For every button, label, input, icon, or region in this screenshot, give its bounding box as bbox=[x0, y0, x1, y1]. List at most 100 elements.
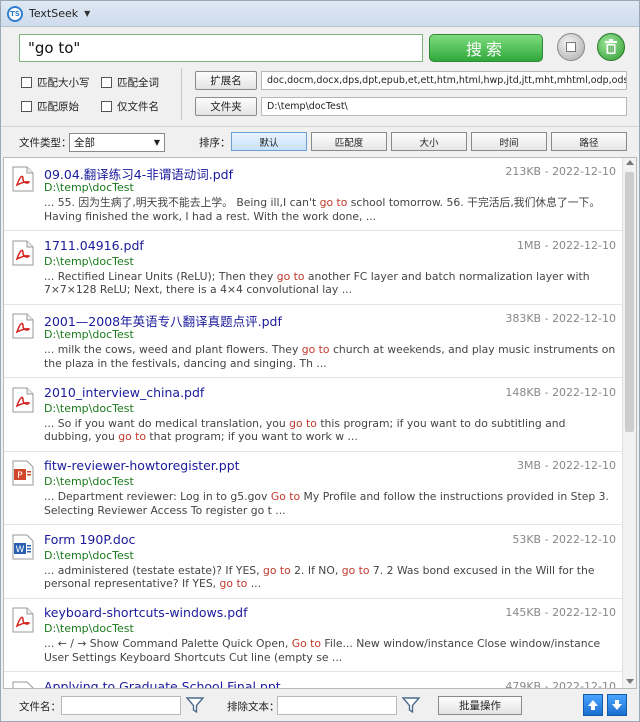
result-file-name[interactable]: Applying to Graduate School Final.ppt bbox=[44, 679, 281, 689]
result-file-name[interactable]: Form 190P.doc bbox=[44, 532, 135, 547]
ppt-icon: P bbox=[12, 681, 34, 688]
match-case-checkbox[interactable]: 匹配大小写 bbox=[21, 75, 90, 90]
checkbox-box[interactable] bbox=[21, 77, 32, 88]
file-type-select[interactable]: 全部 ▼ bbox=[69, 133, 165, 152]
snippet-highlight: go to bbox=[262, 563, 291, 577]
result-file-name[interactable]: 1711.04916.pdf bbox=[44, 238, 144, 253]
filter-funnel-icon[interactable] bbox=[185, 695, 205, 715]
app-title: TextSeek bbox=[29, 7, 79, 20]
result-snippet: ... ← / → Show Command Palette Quick Ope… bbox=[44, 637, 616, 664]
sort-relevance-button[interactable]: 匹配度 bbox=[311, 132, 387, 151]
result-row[interactable]: 1711.04916.pdf 1MB - 2022-12-10 D:\temp\do… bbox=[4, 232, 622, 305]
result-date: 2022-12-10 bbox=[552, 312, 616, 325]
exclude-funnel-icon[interactable] bbox=[401, 695, 421, 715]
arrow-down-icon bbox=[612, 700, 622, 710]
result-row[interactable]: keyboard-shortcuts-windows.pdf 145KB - 20… bbox=[4, 599, 622, 672]
result-path[interactable]: D:\temp\docTest bbox=[44, 549, 134, 562]
scroll-down-icon[interactable] bbox=[626, 679, 634, 684]
file-type-value: 全部 bbox=[74, 137, 95, 149]
batch-operation-button[interactable]: 批量操作 bbox=[438, 696, 522, 715]
stop-button[interactable] bbox=[557, 33, 585, 61]
result-path[interactable]: D:\temp\docTest bbox=[44, 622, 134, 635]
file-name-only-checkbox[interactable]: 仅文件名 bbox=[101, 99, 159, 114]
result-date: 2022-12-10 bbox=[552, 606, 616, 619]
pdf-icon bbox=[12, 387, 34, 413]
checkbox-box[interactable] bbox=[21, 101, 32, 112]
title-bar[interactable]: TS TextSeek ▼ bbox=[1, 1, 639, 27]
result-row[interactable]: 2010_interview_china.pdf 148KB - 2022-12-… bbox=[4, 379, 622, 452]
result-snippet: ... administered (testate estate)? If YE… bbox=[44, 564, 616, 591]
snippet-highlight: go to bbox=[319, 196, 348, 209]
meta-separator: - bbox=[541, 165, 553, 178]
checkbox-box[interactable] bbox=[101, 77, 112, 88]
match-original-checkbox[interactable]: 匹配原始 bbox=[21, 99, 79, 114]
match-case-label: 匹配大小写 bbox=[37, 77, 90, 89]
sort-default-button[interactable]: 默认 bbox=[231, 132, 307, 151]
svg-text:P: P bbox=[17, 471, 23, 481]
folder-field[interactable]: D:\temp\docTest\ bbox=[261, 97, 627, 116]
match-whole-word-checkbox[interactable]: 匹配全词 bbox=[101, 75, 159, 90]
result-size: 383KB bbox=[505, 312, 542, 325]
scroll-up-icon[interactable] bbox=[626, 160, 634, 165]
sort-size-button[interactable]: 大小 bbox=[391, 132, 467, 151]
result-row[interactable]: W Form 190P.doc 53KB - 2022-12-10 D:\temp\d… bbox=[4, 526, 622, 599]
snippet-text: ... milk the cows, weed and plant flower… bbox=[44, 343, 302, 356]
svg-text:W: W bbox=[16, 545, 25, 555]
result-file-name[interactable]: fitw-reviewer-howtoregister.ppt bbox=[44, 458, 240, 473]
result-path[interactable]: D:\temp\docTest bbox=[44, 475, 134, 488]
sort-time-button[interactable]: 时间 bbox=[471, 132, 547, 151]
extensions-button[interactable]: 扩展名 bbox=[195, 71, 257, 90]
result-row[interactable]: 2001—2008年英语专八翻译真题点评.pdf 383KB - 2022-12-… bbox=[4, 305, 622, 378]
exclude-text-label: 排除文本： bbox=[227, 701, 280, 713]
search-input[interactable] bbox=[19, 34, 423, 62]
pdf-icon bbox=[12, 166, 34, 192]
results-scrollbar[interactable] bbox=[622, 158, 636, 688]
previous-button[interactable] bbox=[583, 694, 603, 716]
result-path[interactable]: D:\temp\docTest bbox=[44, 328, 134, 341]
chevron-down-icon: ▼ bbox=[153, 138, 160, 147]
sort-label: 排序： bbox=[199, 137, 231, 149]
snippet-highlight: go to bbox=[301, 343, 330, 356]
pdf-icon bbox=[12, 607, 34, 633]
snippet-highlight: Go to bbox=[270, 490, 301, 503]
title-menu-caret-icon[interactable]: ▼ bbox=[84, 9, 90, 18]
result-date: 2022-12-10 bbox=[552, 238, 616, 252]
folder-button[interactable]: 文件夹 bbox=[195, 97, 257, 116]
result-meta: 148KB - 2022-12-10 bbox=[505, 386, 616, 399]
search-button[interactable]: 搜索 bbox=[429, 34, 543, 62]
sort-path-button[interactable]: 路径 bbox=[551, 132, 627, 151]
snippet-highlight: go to bbox=[289, 416, 317, 430]
result-row[interactable]: P Applying to Graduate School Final.ppt 47… bbox=[4, 673, 622, 689]
exclude-text-input[interactable] bbox=[277, 696, 397, 715]
meta-separator: - bbox=[541, 238, 553, 252]
result-row[interactable]: Pfitw-reviewer-howtoregister.ppt 3MB - 20… bbox=[4, 452, 622, 525]
clear-button[interactable] bbox=[597, 33, 625, 61]
result-size: 1MB bbox=[517, 238, 542, 252]
result-snippet: ... Rectified Linear Units (ReLU); Then … bbox=[44, 270, 616, 297]
result-file-name[interactable]: 2010_interview_china.pdf bbox=[44, 385, 204, 400]
checkbox-box[interactable] bbox=[101, 101, 112, 112]
scroll-thumb[interactable] bbox=[625, 172, 634, 432]
app-logo-icon: TS bbox=[7, 5, 23, 22]
extensions-field[interactable]: doc,docm,docx,dps,dpt,epub,et,ett,htm,ht… bbox=[261, 71, 627, 90]
result-date: 2022-12-10 bbox=[552, 679, 616, 689]
result-path[interactable]: D:\temp\docTest bbox=[44, 181, 134, 194]
result-date: 2022-12-10 bbox=[552, 165, 616, 178]
result-path[interactable]: D:\temp\docTest bbox=[44, 402, 134, 415]
match-original-label: 匹配原始 bbox=[37, 101, 79, 113]
file-name-filter-input[interactable] bbox=[61, 696, 181, 715]
pdf-icon bbox=[12, 240, 34, 266]
meta-separator: - bbox=[541, 312, 553, 325]
result-snippet: ... So if you want do medical translatio… bbox=[44, 417, 616, 444]
result-size: 53KB bbox=[512, 532, 542, 546]
result-meta: 213KB - 2022-12-10 bbox=[505, 165, 616, 178]
result-snippet: ... 55. 因为生病了,明天我不能去上学。 Being ill,I can'… bbox=[44, 196, 616, 223]
match-whole-word-label: 匹配全词 bbox=[117, 77, 159, 89]
result-meta: 53KB - 2022-12-10 bbox=[512, 533, 616, 546]
result-path[interactable]: D:\temp\docTest bbox=[44, 255, 134, 268]
next-button[interactable] bbox=[607, 694, 627, 716]
pdf-icon bbox=[12, 313, 34, 339]
result-snippet: ... Department reviewer: Log in to g5.go… bbox=[44, 490, 616, 517]
result-file-name[interactable]: keyboard-shortcuts-windows.pdf bbox=[44, 605, 248, 620]
result-row[interactable]: 09.04.翻译练习4-非谓语动词.pdf 213KB - 2022-12-10 D… bbox=[4, 158, 622, 231]
